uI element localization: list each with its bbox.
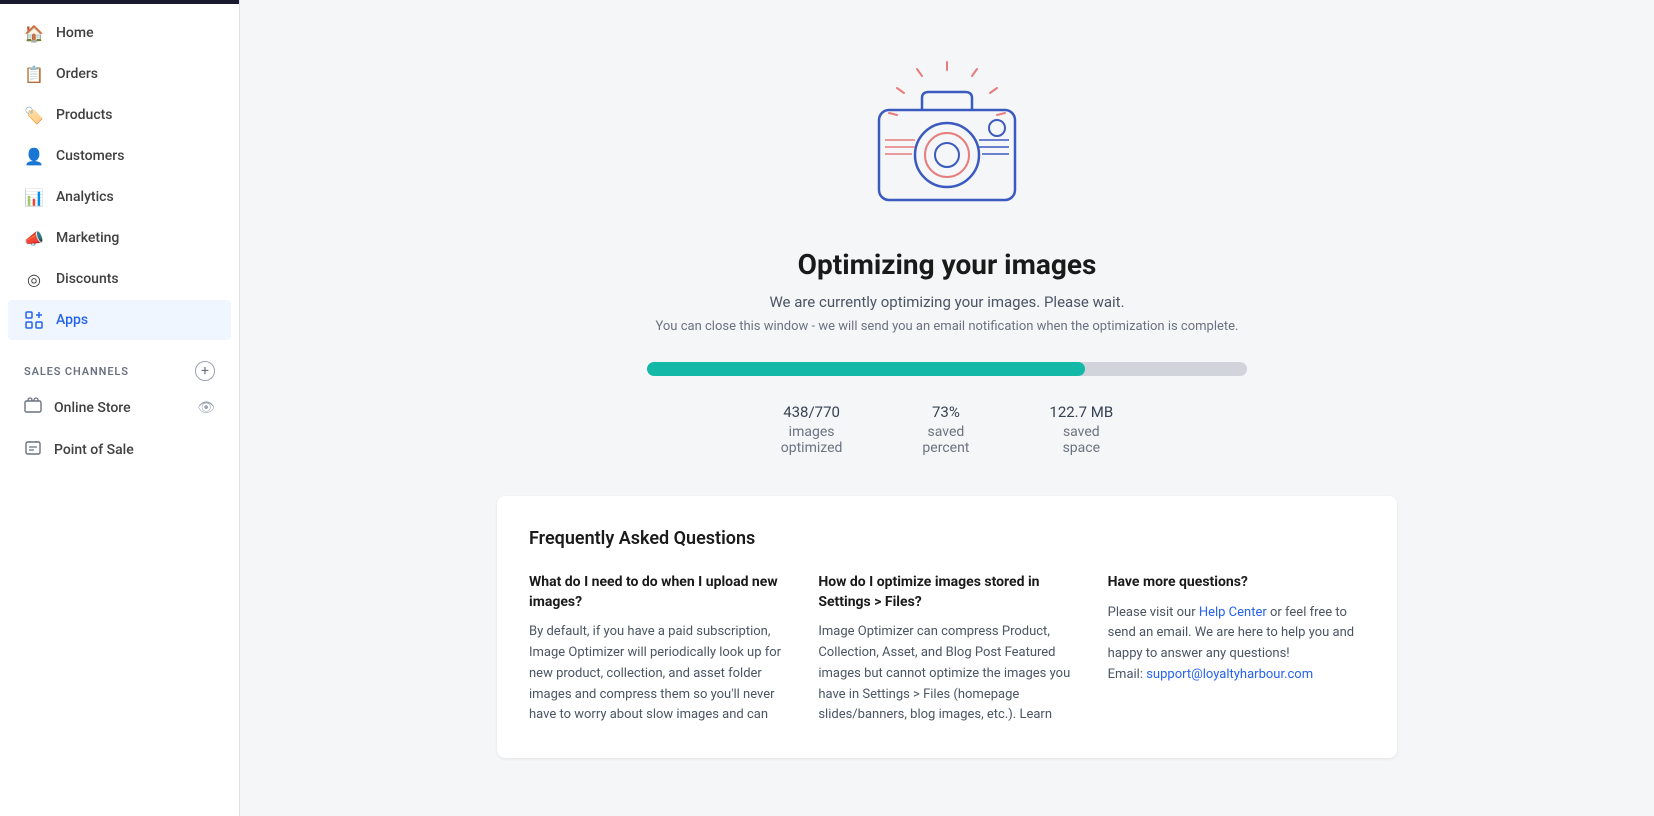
camera-illustration [857, 60, 1037, 224]
stat-percent-value: 73% [922, 400, 969, 424]
stat-space-label1: saved [1049, 424, 1113, 440]
analytics-icon: 📊 [24, 187, 44, 207]
sidebar-item-marketing-label: Marketing [56, 230, 119, 246]
stat-images-value: 438/770 [781, 400, 843, 424]
sidebar-item-home[interactable]: 🏠 Home [8, 13, 231, 53]
products-icon: 🏷️ [24, 105, 44, 125]
sidebar-item-discounts-label: Discounts [56, 271, 119, 287]
faq-col-3-text: Please visit our Help Center or feel fre… [1108, 603, 1365, 686]
faq-section: Frequently Asked Questions What do I nee… [497, 496, 1397, 758]
orders-icon: 📋 [24, 64, 44, 84]
optimize-title: Optimizing your images [798, 248, 1097, 281]
faq-columns: What do I need to do when I upload new i… [529, 573, 1365, 726]
stats-row: 438/770 images optimized 73% saved perce… [781, 400, 1113, 456]
sidebar-item-analytics-label: Analytics [56, 189, 114, 205]
sidebar-item-apps-label: Apps [56, 312, 88, 328]
pos-left: Point of Sale [24, 439, 134, 461]
stat-space: 122.7 MB saved space [1049, 400, 1113, 456]
progress-fill [647, 362, 1085, 376]
faq-col-2-title: How do I optimize images stored in Setti… [818, 573, 1075, 612]
faq-col-1: What do I need to do when I upload new i… [529, 573, 786, 726]
sidebar-item-customers[interactable]: 👤 Customers [8, 136, 231, 176]
sidebar-item-online-store[interactable]: Online Store 👁 [8, 388, 231, 428]
marketing-icon: 📣 [24, 228, 44, 248]
sidebar-item-orders-label: Orders [56, 66, 98, 82]
progress-container [647, 362, 1247, 376]
sales-channels-label: SALES CHANNELS [24, 365, 129, 378]
sidebar-item-analytics[interactable]: 📊 Analytics [8, 177, 231, 217]
faq-col-3-text-before: Please visit our [1108, 605, 1199, 620]
pos-icon [24, 439, 42, 461]
stat-percent-label2: percent [922, 440, 969, 456]
faq-col-2: How do I optimize images stored in Setti… [818, 573, 1075, 726]
online-store-left: Online Store [24, 397, 131, 419]
progress-track [647, 362, 1247, 376]
stat-images-label2: optimized [781, 440, 843, 456]
faq-col-3-email-label: Email: [1108, 667, 1147, 682]
sidebar-item-products-label: Products [56, 107, 113, 123]
pos-label: Point of Sale [54, 442, 134, 458]
apps-icon [24, 310, 44, 330]
faq-col-2-text: Image Optimizer can compress Product, Co… [818, 622, 1075, 726]
sidebar-nav: 🏠 Home 📋 Orders 🏷️ Products 👤 Customers … [0, 12, 239, 341]
email-link[interactable]: support@loyaltyharbour.com [1146, 667, 1313, 682]
sidebar-item-products[interactable]: 🏷️ Products [8, 95, 231, 135]
online-store-icon [24, 397, 42, 419]
faq-col-1-title: What do I need to do when I upload new i… [529, 573, 786, 612]
faq-col-3: Have more questions? Please visit our He… [1108, 573, 1365, 726]
sidebar-item-customers-label: Customers [56, 148, 124, 164]
online-store-label: Online Store [54, 400, 131, 416]
sidebar-item-apps[interactable]: Apps [8, 300, 231, 340]
add-sales-channel-button[interactable]: + [195, 361, 215, 381]
stat-percent: 73% saved percent [922, 400, 969, 456]
eye-icon[interactable]: 👁 [197, 400, 215, 416]
help-center-link[interactable]: Help Center [1199, 605, 1267, 620]
sidebar-item-point-of-sale[interactable]: Point of Sale [8, 430, 231, 470]
main-content: Optimizing your images We are currently … [240, 0, 1654, 816]
stat-space-label2: space [1049, 440, 1113, 456]
faq-title: Frequently Asked Questions [529, 528, 1365, 549]
sidebar: 🏠 Home 📋 Orders 🏷️ Products 👤 Customers … [0, 0, 240, 816]
optimize-section: Optimizing your images We are currently … [497, 40, 1397, 798]
stat-percent-label1: saved [922, 424, 969, 440]
sidebar-item-orders[interactable]: 📋 Orders [8, 54, 231, 94]
faq-col-3-title: Have more questions? [1108, 573, 1365, 593]
home-icon: 🏠 [24, 23, 44, 43]
faq-col-1-text: By default, if you have a paid subscript… [529, 622, 786, 726]
sidebar-item-marketing[interactable]: 📣 Marketing [8, 218, 231, 258]
sales-channels-header: SALES CHANNELS + [0, 349, 239, 387]
discounts-icon: ◎ [24, 269, 44, 289]
stat-space-value: 122.7 MB [1049, 400, 1113, 424]
stat-images-label1: images [781, 424, 843, 440]
sidebar-item-discounts[interactable]: ◎ Discounts [8, 259, 231, 299]
top-bar [0, 0, 239, 4]
stat-images: 438/770 images optimized [781, 400, 843, 456]
optimize-subtitle: We are currently optimizing your images.… [769, 293, 1124, 311]
optimize-note: You can close this window - we will send… [656, 319, 1239, 334]
sidebar-item-home-label: Home [56, 25, 94, 41]
customers-icon: 👤 [24, 146, 44, 166]
